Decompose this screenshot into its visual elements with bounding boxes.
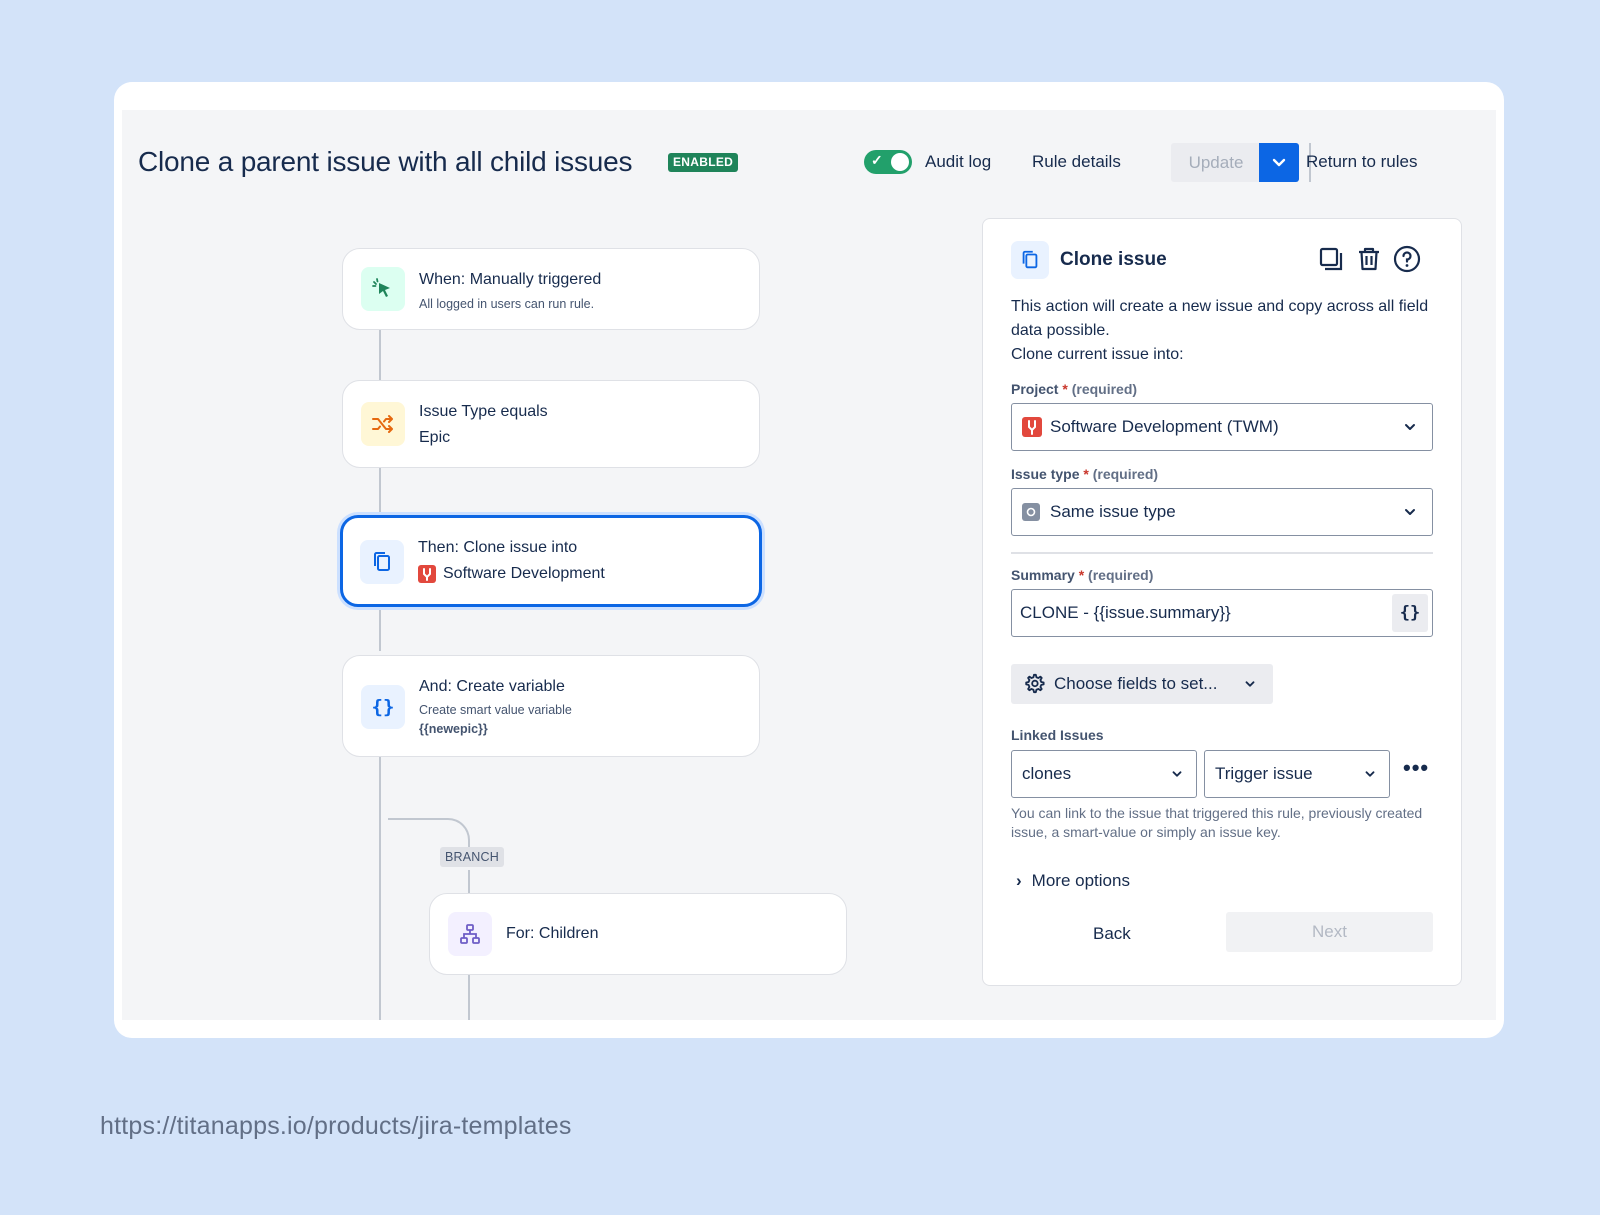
clone-action-node[interactable]: Then: Clone issue into Software Developm… bbox=[340, 515, 762, 607]
variable-value: {{newepic}} bbox=[419, 722, 488, 736]
create-variable-node[interactable]: {} And: Create variable Create smart val… bbox=[342, 655, 760, 757]
project-label: Project * (required) bbox=[1011, 381, 1137, 397]
panel-description: This action will create a new issue and … bbox=[1011, 295, 1441, 367]
link-type-select[interactable]: clones bbox=[1011, 750, 1197, 798]
issue-type-value: Same issue type bbox=[1050, 502, 1176, 521]
required-marker: * bbox=[1058, 381, 1068, 397]
required-text: (required) bbox=[1071, 381, 1138, 397]
summary-label: Summary * (required) bbox=[1011, 567, 1153, 583]
required-marker: * bbox=[1074, 567, 1085, 583]
issue-type-select[interactable]: Same issue type bbox=[1011, 488, 1433, 536]
rule-enabled-toggle[interactable]: ✓ bbox=[864, 150, 912, 174]
branch-title: For: Children bbox=[506, 925, 599, 942]
summary-value: CLONE - {{issue.summary}} bbox=[1020, 603, 1231, 622]
required-text: (required) bbox=[1092, 466, 1159, 482]
more-options-label: More options bbox=[1031, 871, 1130, 890]
condition-node[interactable]: Issue Type equals Epic bbox=[342, 380, 760, 468]
variable-title: And: Create variable bbox=[419, 678, 565, 695]
chevron-right-icon: › bbox=[1016, 871, 1022, 890]
curly-braces-icon: {} bbox=[361, 685, 405, 729]
rule-title: Clone a parent issue with all child issu… bbox=[138, 146, 633, 177]
trash-icon[interactable] bbox=[1353, 243, 1385, 275]
clone-into-text: Clone current issue into: bbox=[1011, 346, 1184, 363]
condition-title: Issue Type equals bbox=[419, 403, 548, 420]
shuffle-icon bbox=[361, 402, 405, 446]
hierarchy-icon bbox=[448, 912, 492, 956]
copy-icon bbox=[360, 540, 404, 584]
action-project: Software Development bbox=[443, 565, 605, 582]
project-avatar-icon bbox=[1022, 417, 1042, 437]
more-options-toggle[interactable]: › More options bbox=[1016, 871, 1130, 891]
flow-connector bbox=[468, 974, 470, 1020]
more-actions-button[interactable]: ••• bbox=[1403, 755, 1429, 781]
project-value: Software Development (TWM) bbox=[1050, 417, 1279, 436]
required-text: (required) bbox=[1088, 567, 1154, 583]
description-text: This action will create a new issue and … bbox=[1011, 298, 1429, 339]
trigger-title: When: Manually triggered bbox=[419, 271, 602, 288]
back-button[interactable]: Back bbox=[1093, 924, 1131, 944]
update-dropdown-button[interactable] bbox=[1259, 143, 1299, 182]
update-button[interactable]: Update bbox=[1171, 143, 1261, 182]
next-button[interactable]: Next bbox=[1226, 912, 1433, 952]
chevron-down-icon bbox=[1405, 424, 1415, 430]
chevron-down-icon bbox=[1365, 771, 1375, 777]
linked-issues-help-text: You can link to the issue that triggered… bbox=[1011, 805, 1423, 840]
condition-value: Epic bbox=[419, 429, 451, 446]
audit-log-link[interactable]: Audit log bbox=[925, 152, 991, 172]
chevron-down-icon bbox=[1172, 771, 1182, 777]
panel-title: Clone issue bbox=[1060, 249, 1167, 270]
source-url: https://titanapps.io/products/jira-templ… bbox=[100, 1112, 572, 1140]
divider bbox=[1011, 552, 1433, 554]
return-to-rules-link[interactable]: Return to rules bbox=[1306, 152, 1418, 172]
link-type-value: clones bbox=[1022, 764, 1072, 783]
summary-label-text: Summary bbox=[1011, 567, 1075, 583]
rule-details-link[interactable]: Rule details bbox=[1032, 152, 1121, 172]
rule-editor: Clone a parent issue with all child issu… bbox=[122, 110, 1496, 1020]
project-avatar-icon bbox=[418, 565, 436, 583]
trigger-subtitle: All logged in users can run rule. bbox=[419, 297, 595, 311]
issue-type-icon bbox=[1022, 503, 1040, 521]
link-target-select[interactable]: Trigger issue bbox=[1204, 750, 1390, 798]
gear-icon bbox=[1025, 673, 1045, 694]
choose-fields-button[interactable]: Choose fields to set... bbox=[1011, 664, 1273, 704]
flow-connector bbox=[379, 466, 381, 514]
check-icon: ✓ bbox=[871, 152, 883, 168]
required-marker: * bbox=[1079, 466, 1089, 482]
branch-children-node[interactable]: For: Children bbox=[429, 893, 847, 975]
duplicate-icon[interactable] bbox=[1315, 243, 1347, 275]
clone-issue-panel: Clone issue This action will create a ne… bbox=[982, 218, 1462, 986]
variable-subtitle: Create smart value variable bbox=[419, 703, 572, 717]
project-label-text: Project bbox=[1011, 381, 1059, 397]
chevron-down-icon bbox=[1405, 509, 1415, 515]
help-icon[interactable] bbox=[1391, 243, 1423, 275]
branch-label: BRANCH bbox=[440, 847, 504, 867]
chevron-down-icon bbox=[1245, 681, 1255, 687]
action-title: Then: Clone issue into bbox=[418, 539, 578, 556]
summary-input[interactable]: CLONE - {{issue.summary}} {} bbox=[1011, 589, 1433, 637]
flow-connector bbox=[379, 606, 381, 651]
enabled-badge: ENABLED bbox=[668, 153, 739, 172]
choose-fields-label: Choose fields to set... bbox=[1054, 674, 1218, 693]
flow-connector bbox=[379, 328, 381, 380]
project-select[interactable]: Software Development (TWM) bbox=[1011, 403, 1433, 451]
chevron-down-icon bbox=[1272, 158, 1286, 167]
flow-connector bbox=[468, 870, 470, 894]
copy-icon bbox=[1011, 241, 1049, 279]
link-target-value: Trigger issue bbox=[1215, 764, 1313, 783]
issue-type-label: Issue type * (required) bbox=[1011, 466, 1158, 482]
trigger-node[interactable]: When: Manually triggered All logged in u… bbox=[342, 248, 760, 330]
toggle-knob bbox=[891, 153, 909, 171]
linked-issues-label: Linked Issues bbox=[1011, 727, 1104, 743]
issue-type-label-text: Issue type bbox=[1011, 466, 1080, 482]
smart-value-button[interactable]: {} bbox=[1392, 594, 1428, 632]
flow-connector bbox=[379, 755, 381, 1020]
cursor-click-icon bbox=[361, 267, 405, 311]
